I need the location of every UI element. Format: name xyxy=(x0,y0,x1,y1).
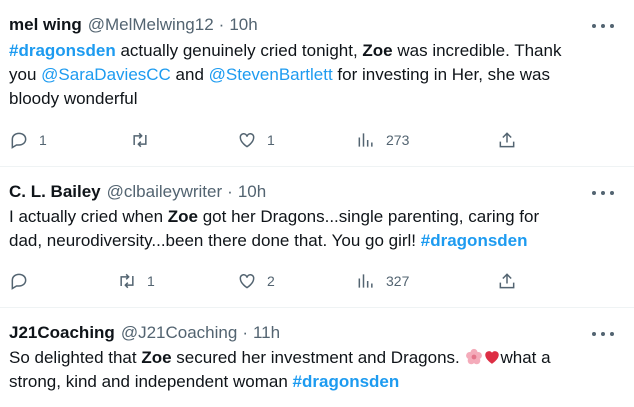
like-icon xyxy=(239,132,255,148)
tweet-text: I actually cried when Zoe got her Dragon… xyxy=(9,207,540,250)
like-icon xyxy=(239,273,255,289)
retweet-icon xyxy=(120,273,134,289)
tweet-actions: 1 2 327 xyxy=(0,270,634,292)
reply-icon xyxy=(11,132,27,149)
tweet-time[interactable]: 10h xyxy=(229,15,257,35)
share-icon xyxy=(499,132,515,148)
views-icon xyxy=(358,133,373,147)
views-count: 327 xyxy=(386,273,410,289)
views-icon xyxy=(358,274,373,288)
more-icon[interactable] xyxy=(592,189,614,197)
tweet-header: mel wing @MelMelwing12 · 10h xyxy=(9,14,634,36)
author-name[interactable]: mel wing xyxy=(9,15,82,35)
tweet-header: C. L. Bailey @clbaileywriter · 10h xyxy=(9,181,634,203)
share-button[interactable] xyxy=(497,129,517,151)
mention-link[interactable]: @StevenBartlett xyxy=(209,65,333,84)
tweet-text: So delighted that Zoe secured her invest… xyxy=(9,348,551,391)
share-icon xyxy=(499,273,515,289)
like-button[interactable]: 1 xyxy=(237,129,275,151)
reply-count: 1 xyxy=(39,132,47,148)
like-count: 2 xyxy=(267,273,275,289)
author-name[interactable]: J21Coaching xyxy=(9,323,115,343)
tweet[interactable]: J21Coaching @J21Coaching · 11h So deligh… xyxy=(0,308,634,407)
reply-button[interactable]: 1 xyxy=(9,129,47,151)
tweet[interactable]: C. L. Bailey @clbaileywriter · 10h I act… xyxy=(0,167,634,308)
retweet-button[interactable] xyxy=(130,129,160,151)
tweet-text: #dragonsden actually genuinely cried ton… xyxy=(9,41,562,108)
views-count: 273 xyxy=(386,132,410,148)
reply-icon xyxy=(11,273,27,290)
tweet-time[interactable]: 10h xyxy=(238,182,266,202)
tweet[interactable]: mel wing @MelMelwing12 · 10h #dragonsden… xyxy=(0,0,634,167)
hashtag-link[interactable]: #dragonsden xyxy=(9,41,116,60)
author-handle[interactable]: @J21Coaching xyxy=(121,323,238,343)
separator-dot: · xyxy=(227,182,233,201)
share-button[interactable] xyxy=(497,270,517,292)
hashtag-link[interactable]: #dragonsden xyxy=(421,231,528,250)
tweet-header: J21Coaching @J21Coaching · 11h xyxy=(9,322,634,344)
views-button[interactable]: 273 xyxy=(356,129,409,151)
tweet-actions: 1 1 273 xyxy=(0,129,634,151)
mention-link[interactable]: @SaraDaviesCC xyxy=(41,65,171,84)
author-name[interactable]: C. L. Bailey xyxy=(9,182,101,202)
like-count: 1 xyxy=(267,132,275,148)
retweet-button[interactable]: 1 xyxy=(117,270,155,292)
more-icon[interactable] xyxy=(592,330,614,338)
separator-dot: · xyxy=(242,323,248,342)
tweet-feed: mel wing @MelMelwing12 · 10h #dragonsden… xyxy=(0,0,634,407)
cherry-blossom-icon xyxy=(465,348,483,366)
hashtag-link[interactable]: #dragonsden xyxy=(293,372,400,391)
red-heart-icon xyxy=(483,348,501,366)
author-handle[interactable]: @clbaileywriter xyxy=(107,182,223,202)
tweet-time[interactable]: 11h xyxy=(253,323,280,343)
reply-button[interactable] xyxy=(9,270,39,292)
views-button[interactable]: 327 xyxy=(356,270,409,292)
more-icon[interactable] xyxy=(592,22,614,30)
retweet-icon xyxy=(133,132,147,148)
retweet-count: 1 xyxy=(147,273,155,289)
separator-dot: · xyxy=(218,15,225,34)
author-handle[interactable]: @MelMelwing12 xyxy=(88,15,214,35)
like-button[interactable]: 2 xyxy=(237,270,275,292)
